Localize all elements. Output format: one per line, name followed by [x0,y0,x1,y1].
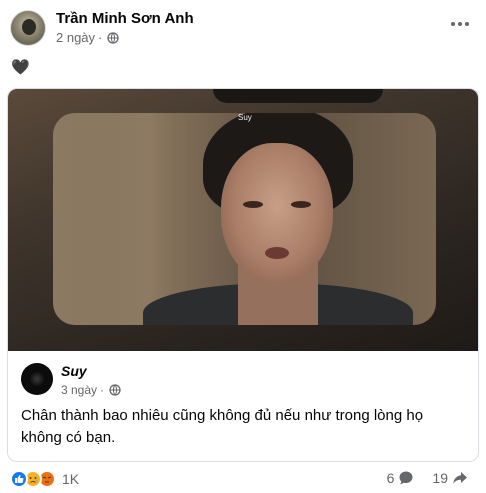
more-options-button[interactable] [448,14,472,34]
shared-post-body: Suy 3 ngày · Chân thành bao nhiêu cũng k… [8,351,478,461]
shared-author-name[interactable]: Suy [61,363,87,379]
shared-author-avatar[interactable] [21,363,53,395]
more-dot-icon [458,22,462,26]
globe-icon[interactable] [107,31,120,44]
share-icon[interactable] [452,470,468,486]
author-name[interactable]: Trần Minh Sơn Anh [56,10,194,27]
shared-post-meta: 3 ngày · [61,383,121,397]
share-count[interactable]: 19 [432,470,448,486]
shared-photo[interactable]: Suy [8,89,478,351]
like-icon [10,470,28,488]
photo-face [221,143,333,283]
shared-post-time[interactable]: 3 ngày [61,383,97,397]
more-dot-icon [465,22,469,26]
photo-shadow [213,89,383,103]
meta-separator: · [100,383,105,397]
photo-eye [291,201,311,208]
comment-count[interactable]: 6 [387,470,395,486]
photo-frame [53,113,436,325]
post-meta: 2 ngày · [56,30,120,45]
globe-icon[interactable] [109,384,121,396]
reaction-count[interactable]: 1K [62,471,79,487]
author-avatar[interactable] [10,10,46,46]
shared-post-card[interactable]: Suy Suy 3 ngày · Chân thành bao nhiêu cũ… [7,88,479,462]
post-time[interactable]: 2 ngày [56,30,95,45]
photo-eye [243,201,263,208]
photo-mouth [265,247,289,259]
meta-separator: · [98,30,103,45]
photo-watermark: Suy [238,113,252,122]
post-footer: 1K 6 19 [10,470,476,490]
photo-light [53,113,173,325]
shared-post-text: Chân thành bao nhiêu cũng không đủ nếu n… [21,407,424,446]
more-dot-icon [451,22,455,26]
post-header: Trần Minh Sơn Anh 2 ngày · [10,8,476,48]
post-text: 🖤 [11,59,30,76]
comment-icon[interactable] [398,470,414,486]
engagement-stats: 6 19 [387,470,468,486]
reaction-summary[interactable]: 1K [10,470,79,488]
